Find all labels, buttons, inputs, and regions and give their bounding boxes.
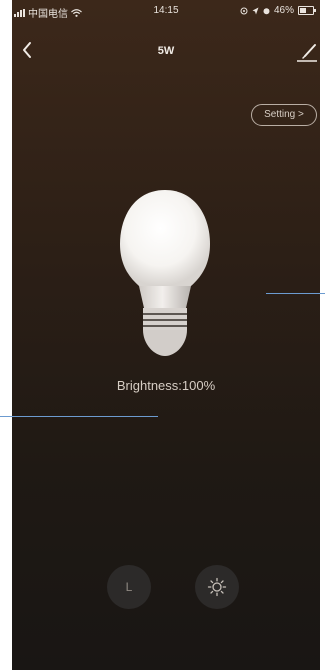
- timer-button[interactable]: L: [107, 565, 151, 609]
- battery-fill: [300, 8, 306, 13]
- nav-bar: 5W: [12, 30, 320, 70]
- brightness-label: Brightness:100%: [116, 378, 216, 393]
- alarm-icon: [263, 7, 270, 14]
- annotation-line-left: [0, 416, 158, 417]
- battery-percent: 46%: [273, 5, 294, 16]
- status-bar: 中国电信 14:15 46%: [12, 0, 320, 22]
- timer-label: L: [125, 580, 133, 594]
- light-button[interactable]: [195, 565, 239, 609]
- status-right: 46%: [240, 5, 316, 16]
- device-title: 5W: [157, 45, 175, 57]
- edit-button[interactable]: [294, 40, 320, 64]
- bulb-toggle[interactable]: [110, 186, 220, 366]
- annotation-line-right: [266, 293, 325, 294]
- setting-button[interactable]: Setting >: [251, 104, 317, 126]
- location-icon: [240, 7, 248, 14]
- app-screen: 中国电信 14:15 46% 5W Setting > Brightness:1…: [12, 0, 320, 670]
- battery-icon: [298, 6, 316, 15]
- navigation-arrow-icon: [252, 7, 259, 14]
- bulb-icon: [120, 190, 210, 356]
- sun-icon: [207, 577, 227, 597]
- edit-pen-icon: [297, 44, 317, 62]
